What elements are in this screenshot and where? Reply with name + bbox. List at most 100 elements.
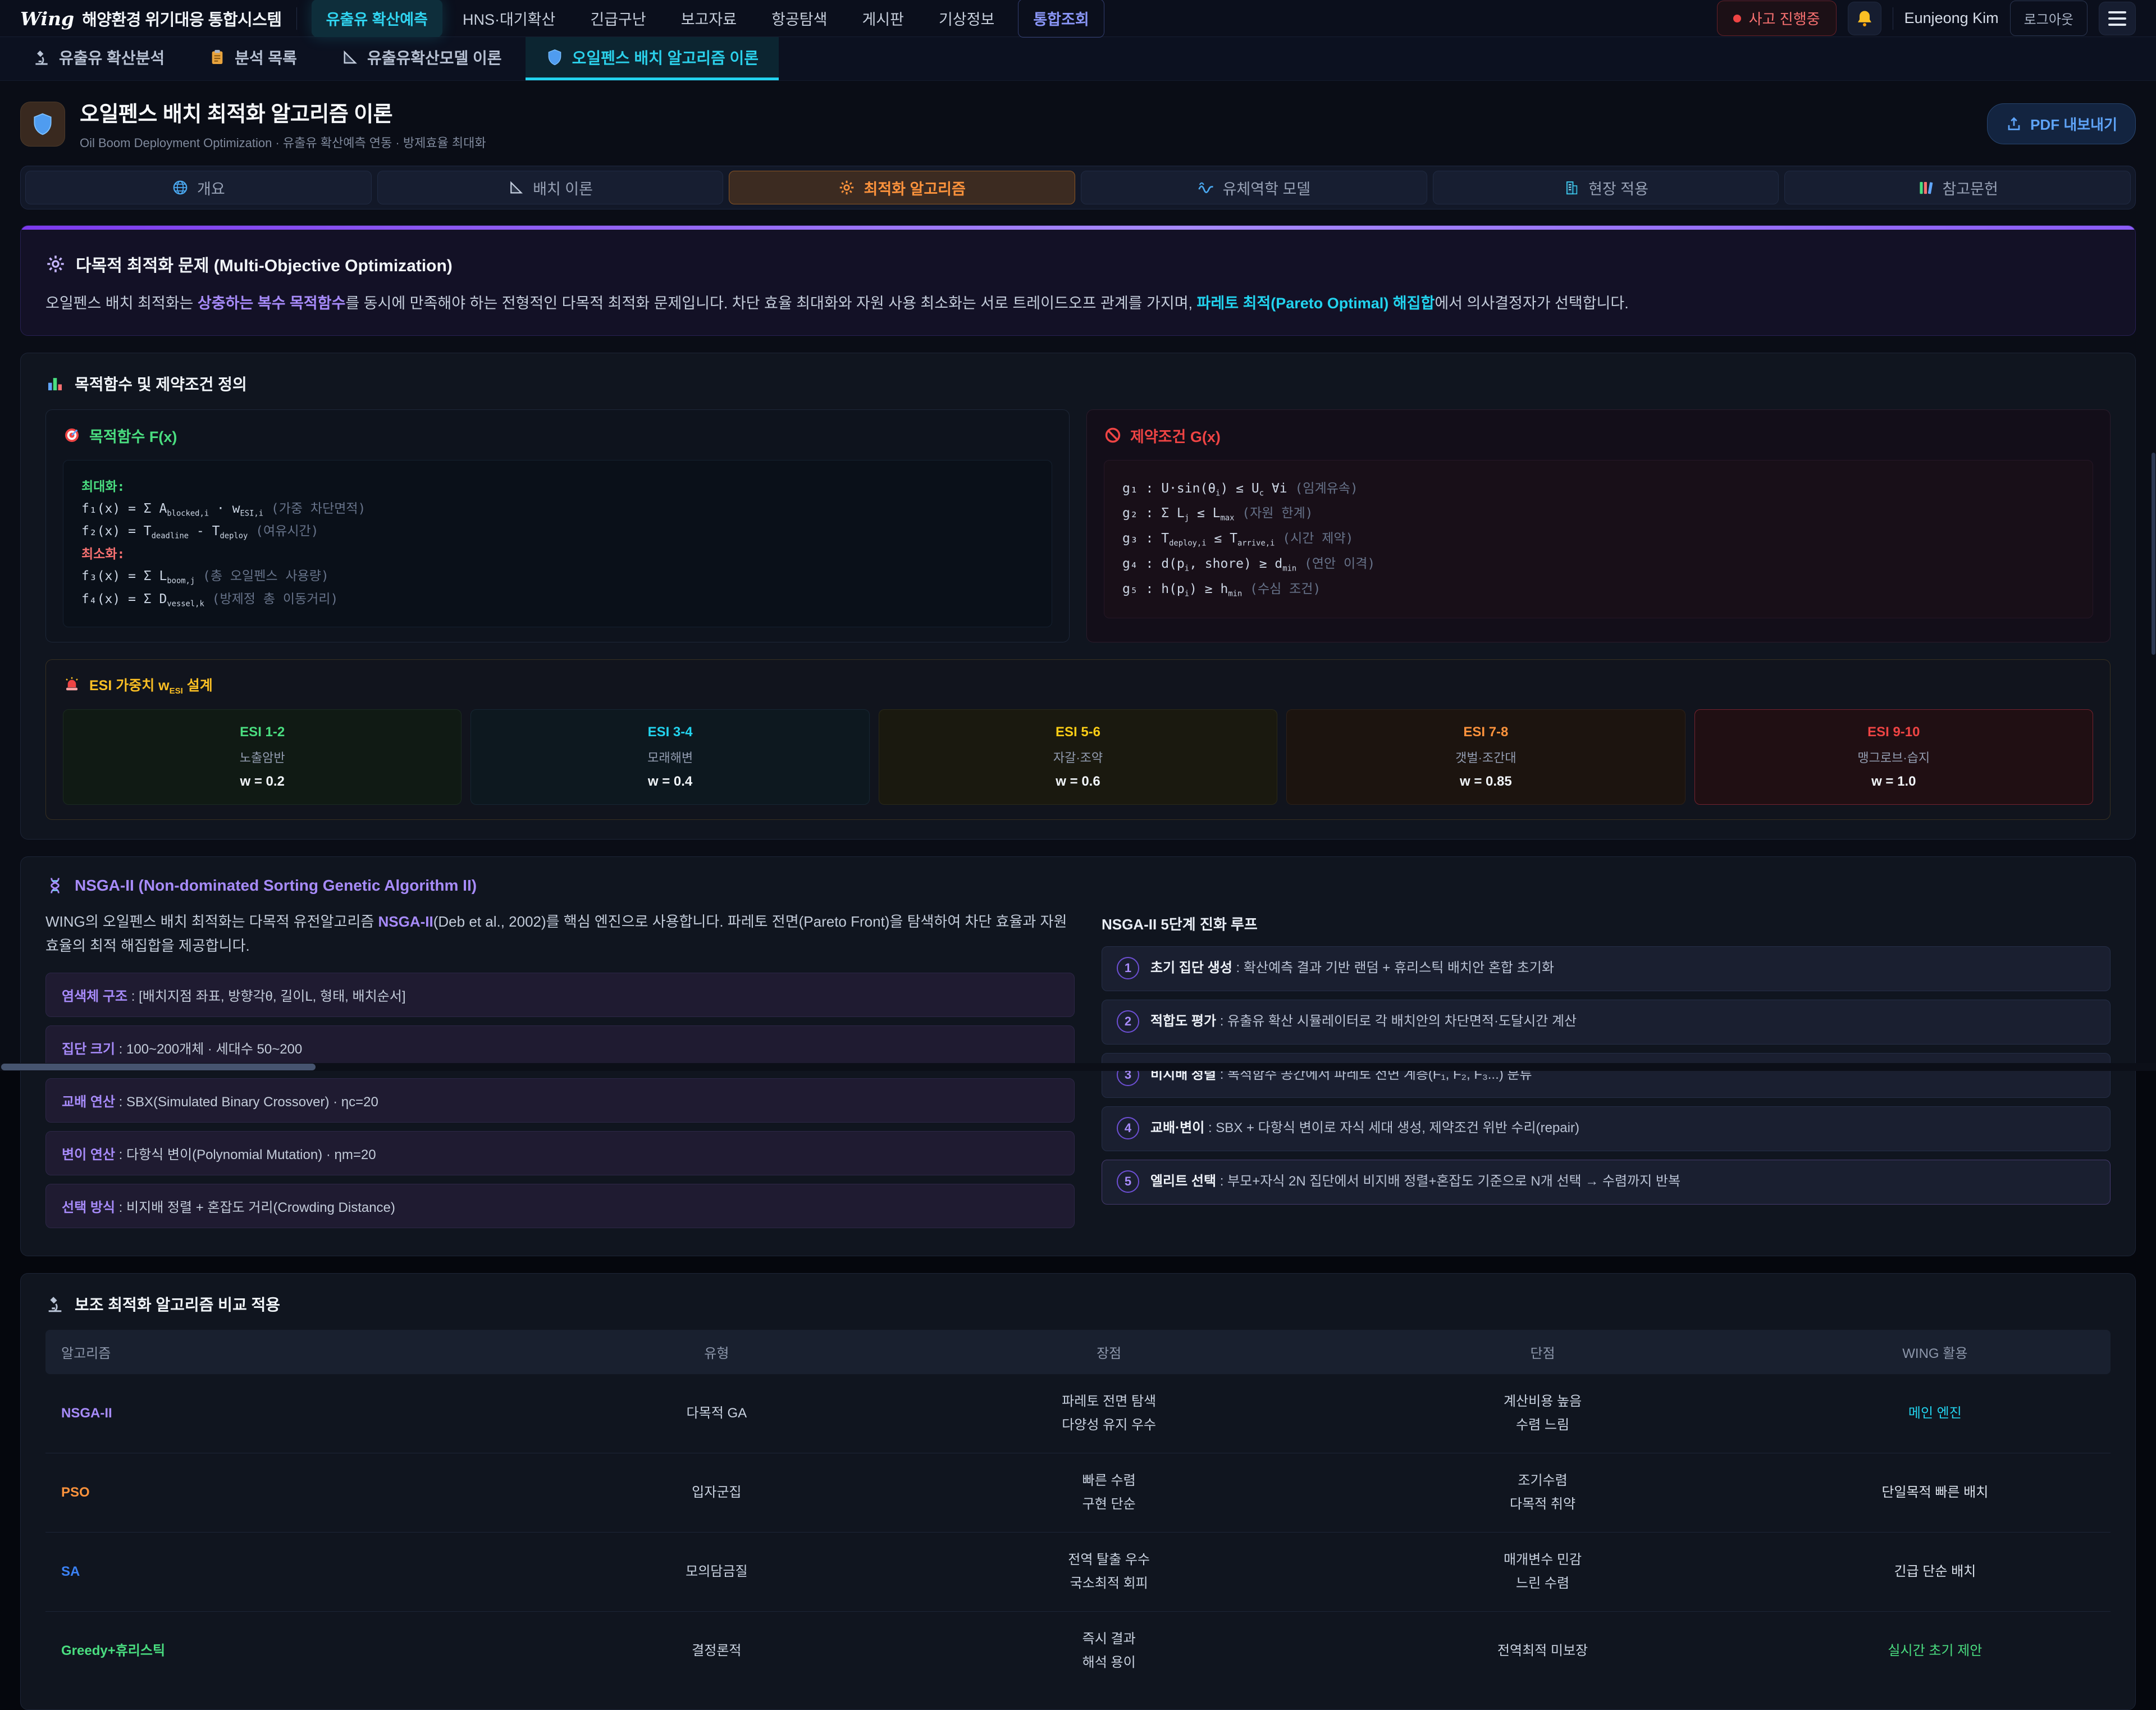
nav-item[interactable]: 보고자료 <box>666 0 751 37</box>
step-text: 엘리트 선택 : 부모+자식 2N 집단에서 비지배 정렬+혼잡도 기준으로 N… <box>1150 1171 1680 1192</box>
highlight-text: 상충하는 복수 목적함수 <box>198 295 345 312</box>
pros-line: 해석 용이 <box>902 1651 1315 1675</box>
horizontal-scrollbar-thumb[interactable] <box>1 1064 316 1070</box>
cons-line: 다목적 취약 <box>1336 1493 1749 1516</box>
nsga-param-value: : 다항식 변이(Polynomial Mutation) · ηm=20 <box>115 1147 376 1162</box>
step-label: 적합도 평가 <box>1150 1014 1216 1029</box>
no-entry-icon <box>1104 426 1122 444</box>
nsga-param-value: : 100~200개체 · 세대수 50~200 <box>115 1042 302 1057</box>
comparison-table-section: 보조 최적화 알고리즘 비교 적용 알고리즘유형장점단점WING 활용NSGA-… <box>20 1273 2136 1710</box>
content-tab[interactable]: 현장 적용 <box>1433 171 1779 204</box>
hamburger-menu-button[interactable] <box>2099 2 2136 35</box>
shield-icon <box>546 48 564 66</box>
formula-line: f₃(x) = Σ Lboom,j (총 오일펜스 사용량) <box>81 566 1034 588</box>
ruler-icon <box>508 179 524 196</box>
table-row: NSGA-II다목적 GA파레토 전면 탐색다양성 유지 우수계산비용 높음수렴… <box>45 1374 2111 1453</box>
comparison-title: 보조 최적화 알고리즘 비교 적용 <box>75 1293 280 1315</box>
cons-line: 계산비용 높음 <box>1336 1390 1749 1413</box>
content-tab[interactable]: 유체역학 모델 <box>1081 171 1427 204</box>
page-header: 오일펜스 배치 최적화 알고리즘 이론 Oil Boom Deployment … <box>0 81 2156 165</box>
nsga-loop-step: 5엘리트 선택 : 부모+자식 2N 집단에서 비지배 정렬+혼잡도 기준으로 … <box>1102 1160 2111 1205</box>
formula-line: f₂(x) = Tdeadline - Tdeploy (여유시간) <box>81 521 1034 543</box>
nsga-param-row: 염색체 구조 : [배치지점 좌표, 방향각θ, 길이L, 형태, 배치순서] <box>45 973 1075 1017</box>
formula-line: g₅ : h(pi) ≥ hmin (수심 조건) <box>1122 577 2075 602</box>
step-text: 초기 집단 생성 : 확산예측 결과 기반 랜덤 + 휴리스틱 배치안 혼합 초… <box>1150 958 1554 978</box>
wave-icon <box>1198 179 1214 196</box>
content-tab-label: 유체역학 모델 <box>1223 177 1311 199</box>
nsga-param-label: 선택 방식 <box>62 1200 115 1215</box>
formula-line: f₄(x) = Σ Dvessel,k (방제정 총 이동거리) <box>81 589 1034 611</box>
algorithm-name-cell: SA <box>45 1532 541 1611</box>
nav-item[interactable]: 게시판 <box>847 0 919 37</box>
subnav-tab-label: 유출유확산모델 이론 <box>367 46 502 69</box>
esi-weight: w = 1.0 <box>1701 774 2087 790</box>
nav-item[interactable]: 항공탐색 <box>757 0 842 37</box>
nsga-section: NSGA-II (Non-dominated Sorting Genetic A… <box>20 856 2136 1256</box>
content-tab[interactable]: 배치 이론 <box>377 171 724 204</box>
logout-button[interactable]: 로그아웃 <box>2010 1 2088 36</box>
column-header: 장점 <box>892 1330 1326 1374</box>
step-text: 교배·변이 : SBX + 다항식 변이로 자식 세대 생성, 제약조건 위반 … <box>1150 1118 1579 1138</box>
app-logo[interactable]: Wing 해양환경 위기대응 통합시스템 <box>20 7 282 30</box>
esi-label: 모래해변 <box>477 748 863 766</box>
vertical-scrollbar-thumb[interactable] <box>2152 453 2155 655</box>
nav-item[interactable]: 통합조회 <box>1018 0 1104 38</box>
nsga-left-column: WING의 오일펜스 배치 최적화는 다목적 유전알고리즘 NSGA-II(De… <box>45 910 1075 1237</box>
building-icon <box>1563 179 1580 196</box>
formula-line: 최대화: <box>81 476 1034 499</box>
constraint-box: 제약조건 G(x) g₁ : U·sin(θi) ≤ Uc ∀i (임계유속)g… <box>1086 409 2111 642</box>
step-label: 초기 집단 생성 <box>1150 960 1232 975</box>
pros-line: 다양성 유지 우수 <box>902 1413 1315 1437</box>
pros-line: 파레토 전면 탐색 <box>902 1390 1315 1413</box>
nsga-loop-step: 3비지배 정렬 : 목적함수 공간에서 파레토 전면 계층(F₁, F₂, F₃… <box>1102 1053 2111 1098</box>
esi-card: ESI 5-6자갈·조약w = 0.6 <box>879 709 1277 805</box>
pdf-export-button[interactable]: PDF 내보내기 <box>1987 103 2136 144</box>
dna-icon <box>45 876 65 895</box>
column-header: 알고리즘 <box>45 1330 541 1374</box>
subnav-tab-label: 유출유 확산분석 <box>59 46 165 69</box>
column-header: WING 활용 <box>1760 1330 2111 1374</box>
multi-objective-paragraph: 오일펜스 배치 최적화는 상충하는 복수 목적함수를 동시에 만족해야 하는 전… <box>45 291 2111 316</box>
hamburger-icon <box>2108 11 2126 13</box>
step-description: : 확산예측 결과 기반 랜덤 + 휴리스틱 배치안 혼합 초기화 <box>1232 960 1554 975</box>
subnav-tab[interactable]: 분석 목록 <box>188 37 317 80</box>
nav-item[interactable]: 긴급구난 <box>575 0 660 37</box>
multi-objective-section: 다목적 최적화 문제 (Multi-Objective Optimization… <box>20 225 2136 336</box>
cons-line: 전역최적 미보장 <box>1336 1639 1749 1663</box>
pros-line: 즉시 결과 <box>902 1627 1315 1651</box>
nav-item[interactable]: HNS·대기확산 <box>448 0 570 37</box>
esi-label: 노출암반 <box>69 748 455 766</box>
esi-weight: w = 0.85 <box>1292 774 1679 790</box>
nsga-param-value: : 비지배 정렬 + 혼잡도 거리(Crowding Distance) <box>115 1200 395 1215</box>
objective-formulas: 최대화:f₁(x) = Σ Ablocked,i · wESI,i (가중 차단… <box>63 460 1052 627</box>
table-header-row: 알고리즘유형장점단점WING 활용 <box>45 1330 2111 1374</box>
nav-item[interactable]: 유출유 확산예측 <box>312 0 442 37</box>
esi-label: 맹그로브·습지 <box>1701 748 2087 766</box>
vertical-scrollbar[interactable] <box>2151 37 2156 1063</box>
step-label: 엘리트 선택 <box>1150 1174 1216 1189</box>
nav-item[interactable]: 기상정보 <box>924 0 1009 37</box>
subnav-tab[interactable]: 유출유 확산분석 <box>12 37 185 80</box>
nsga-loop-title: NSGA-II 5단계 진화 루프 <box>1102 913 2111 934</box>
subnav-tab[interactable]: 오일펜스 배치 알고리즘 이론 <box>526 37 779 80</box>
table-row: SA모의담금질전역 탈출 우수국소최적 회피매개변수 민감느린 수렴긴급 단순 … <box>45 1532 2111 1611</box>
horizontal-scrollbar[interactable] <box>0 1063 2156 1071</box>
content-tab[interactable]: 최적화 알고리즘 <box>729 171 1075 204</box>
notifications-button[interactable] <box>1848 2 1881 35</box>
esi-weight: w = 0.2 <box>69 774 455 790</box>
content-tab[interactable]: 참고문헌 <box>1784 171 2131 204</box>
esi-weight: w = 0.4 <box>477 774 863 790</box>
highlight-text: 파레토 최적(Pareto Optimal) 해집합 <box>1197 295 1435 312</box>
paragraph-text: 에서 의사결정자가 선택합니다. <box>1435 295 1628 312</box>
nsga-param-value: : SBX(Simulated Binary Crossover) · ηc=2… <box>115 1095 378 1110</box>
constraint-formulas: g₁ : U·sin(θi) ≤ Uc ∀i (임계유속)g₂ : Σ Lj ≤… <box>1104 460 2093 618</box>
nsga-right-column: NSGA-II 5단계 진화 루프 1초기 집단 생성 : 확산예측 결과 기반… <box>1102 910 2111 1237</box>
microscope-icon <box>45 1294 65 1314</box>
nsga-params: 염색체 구조 : [배치지점 좌표, 방향각θ, 길이L, 형태, 배치순서]집… <box>45 973 1075 1228</box>
subnav-tab[interactable]: 유출유확산모델 이론 <box>321 37 522 80</box>
step-number-icon: 4 <box>1117 1117 1139 1139</box>
constraint-title: 제약조건 G(x) <box>1130 425 1221 446</box>
content-tab[interactable]: 개요 <box>25 171 372 204</box>
cons-cell: 매개변수 민감느린 수렴 <box>1326 1532 1759 1611</box>
wing-usage-cell: 실시간 초기 제안 <box>1760 1611 2111 1690</box>
